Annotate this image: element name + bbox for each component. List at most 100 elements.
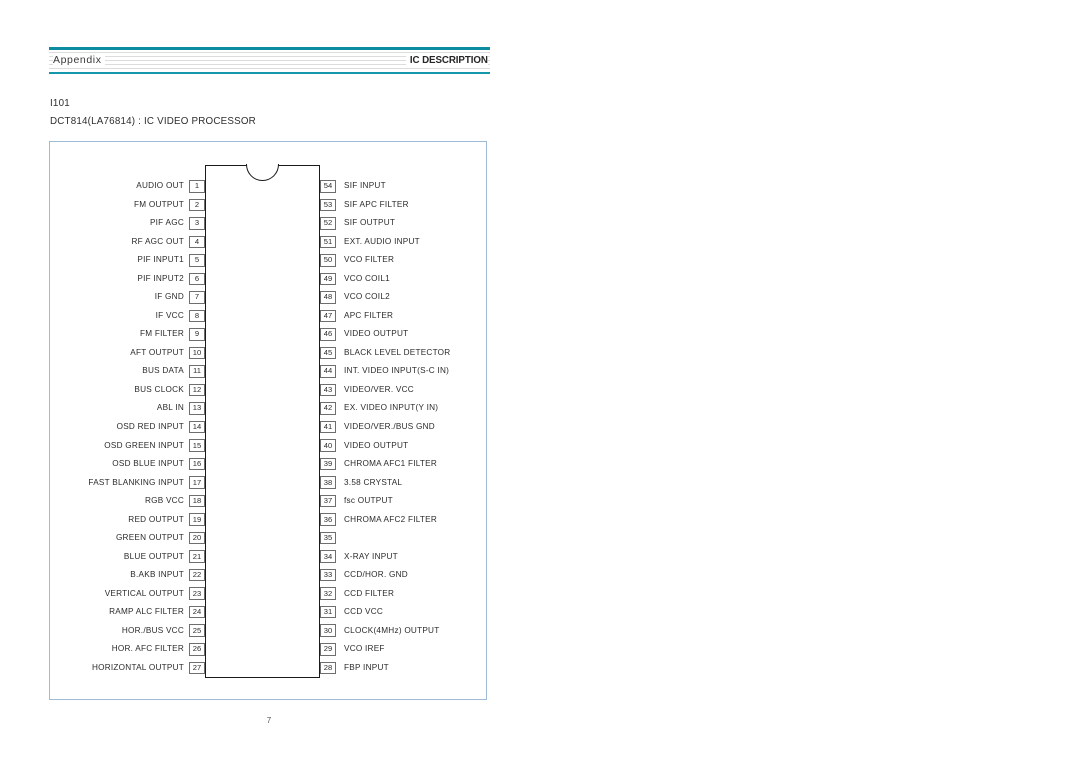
pin-number-25: 25 bbox=[189, 624, 205, 637]
pin-number-38: 38 bbox=[320, 476, 336, 489]
ic-body-top-left-edge bbox=[205, 165, 247, 167]
pin-row-47: 47 APC FILTER bbox=[320, 307, 487, 326]
pin-label-43: VIDEO/VER. VCC bbox=[344, 384, 414, 394]
pin-label-16: OSD BLUE INPUT bbox=[112, 459, 184, 469]
pin-row-39: 39 CHROMA AFC1 FILTER bbox=[320, 455, 487, 474]
pin-row-6: PIF INPUT2 6 bbox=[60, 270, 205, 289]
page-header: Appendix IC DESCRIPTION bbox=[49, 47, 490, 74]
component-reference: I101 bbox=[50, 98, 70, 109]
pin-label-33: CCD/HOR. GND bbox=[344, 570, 408, 580]
pin-row-8: IF VCC 8 bbox=[60, 307, 205, 326]
pin-number-5: 5 bbox=[189, 254, 205, 267]
pin-row-18: RGB VCC 18 bbox=[60, 492, 205, 511]
header-rule-bottom bbox=[49, 71, 490, 74]
pin-row-48: 48 VCO COIL2 bbox=[320, 288, 487, 307]
pin-row-12: BUS CLOCK 12 bbox=[60, 381, 205, 400]
pin-label-19: RED OUTPUT bbox=[128, 514, 184, 524]
pin-label-4: RF AGC OUT bbox=[131, 236, 184, 246]
pin-number-18: 18 bbox=[189, 494, 205, 508]
pin-label-30: CLOCK(4MHz) OUTPUT bbox=[344, 625, 440, 635]
pin-label-38: 3.58 CRYSTAL bbox=[344, 477, 403, 487]
pin-label-29: VCO IREF bbox=[344, 644, 385, 654]
pin-row-17: FAST BLANKING INPUT 17 bbox=[60, 473, 205, 492]
pin-number-4: 4 bbox=[189, 235, 205, 249]
pin-label-50: VCO FILTER bbox=[344, 255, 395, 265]
pin-number-17: 17 bbox=[189, 476, 205, 489]
pin-label-51: EXT. AUDIO INPUT bbox=[344, 236, 420, 246]
pin-label-52: SIF OUTPUT bbox=[344, 218, 396, 228]
pin-row-5: PIF INPUT1 5 bbox=[60, 251, 205, 270]
pin-row-25: HOR./BUS VCC 25 bbox=[60, 621, 205, 640]
pin-number-26: 26 bbox=[189, 643, 205, 656]
pin-number-35: 35 bbox=[320, 531, 336, 545]
pin-number-46: 46 bbox=[320, 328, 336, 341]
pin-number-49: 49 bbox=[320, 272, 336, 286]
pin-row-45: 45 BLACK LEVEL DETECTOR bbox=[320, 344, 487, 363]
pin-number-11: 11 bbox=[189, 365, 205, 378]
pin-label-48: VCO COIL2 bbox=[344, 292, 390, 302]
pin-number-19: 19 bbox=[189, 513, 205, 526]
pin-row-54: 54 SIF INPUT bbox=[320, 177, 487, 196]
pin-number-34: 34 bbox=[320, 550, 336, 563]
pin-number-53: 53 bbox=[320, 198, 336, 212]
header-section-label: Appendix bbox=[53, 53, 105, 67]
pin-number-21: 21 bbox=[189, 550, 205, 563]
pin-label-13: ABL IN bbox=[156, 403, 184, 413]
pin-row-2: FM OUTPUT 2 bbox=[60, 196, 205, 215]
pin-label-15: OSD GREEN INPUT bbox=[104, 440, 184, 450]
pin-label-31: CCD VCC bbox=[344, 607, 384, 617]
pin-number-2: 2 bbox=[189, 198, 205, 212]
pin-number-30: 30 bbox=[320, 624, 336, 637]
pin-label-23: VERTICAL OUTPUT bbox=[104, 588, 184, 598]
pin-label-2: FM OUTPUT bbox=[133, 199, 184, 209]
pin-label-40: VIDEO OUTPUT bbox=[344, 440, 409, 450]
pin-label-44: INT. VIDEO INPUT(S-C IN) bbox=[344, 366, 450, 376]
pin-label-8: IF VCC bbox=[155, 310, 184, 320]
pin-row-31: 31 CCD VCC bbox=[320, 603, 487, 622]
pin-row-13: ABL IN 13 bbox=[60, 399, 205, 418]
pin-label-24: RAMP ALC FILTER bbox=[109, 607, 184, 617]
pin-number-33: 33 bbox=[320, 568, 336, 582]
pin-number-1: 1 bbox=[189, 180, 205, 193]
pin-row-7: IF GND 7 bbox=[60, 288, 205, 307]
pin-row-35: 35 bbox=[320, 529, 487, 548]
pin-row-15: OSD GREEN INPUT 15 bbox=[60, 436, 205, 455]
pin-row-4: RF AGC OUT 4 bbox=[60, 233, 205, 252]
pin-number-32: 32 bbox=[320, 587, 336, 600]
pin-label-20: GREEN OUTPUT bbox=[115, 533, 184, 543]
pin-number-42: 42 bbox=[320, 402, 336, 415]
pin-row-10: AFT OUTPUT 10 bbox=[60, 344, 205, 363]
pin-number-20: 20 bbox=[189, 531, 205, 545]
ic-body-top-right-edge bbox=[278, 165, 320, 167]
pin-label-21: BLUE OUTPUT bbox=[123, 551, 184, 561]
pin-number-7: 7 bbox=[189, 291, 205, 304]
pin-number-22: 22 bbox=[189, 568, 205, 582]
pin-row-50: 50 VCO FILTER bbox=[320, 251, 487, 270]
pin-row-33: 33 CCD/HOR. GND bbox=[320, 566, 487, 585]
pin-number-31: 31 bbox=[320, 605, 336, 619]
pin-number-15: 15 bbox=[189, 439, 205, 452]
pin-label-45: BLACK LEVEL DETECTOR bbox=[344, 347, 451, 357]
pin-label-11: BUS DATA bbox=[142, 366, 184, 376]
pin-label-39: CHROMA AFC1 FILTER bbox=[344, 459, 438, 469]
pin-label-10: AFT OUTPUT bbox=[130, 347, 184, 357]
ic-package-body bbox=[205, 165, 320, 678]
pin-row-9: FM FILTER 9 bbox=[60, 325, 205, 344]
page-number: 7 bbox=[266, 716, 272, 725]
pin-row-3: PIF AGC 3 bbox=[60, 214, 205, 233]
pin-label-14: OSD RED INPUT bbox=[116, 422, 184, 431]
pin-row-19: RED OUTPUT 19 bbox=[60, 510, 205, 529]
pin-label-42: EX. VIDEO INPUT(Y IN) bbox=[344, 403, 439, 413]
pin-row-38: 38 3.58 CRYSTAL bbox=[320, 473, 487, 492]
pin-row-20: GREEN OUTPUT 20 bbox=[60, 529, 205, 548]
pin-row-37: 37 fsc OUTPUT bbox=[320, 492, 487, 511]
pin-row-41: 41 VIDEO/VER./BUS GND bbox=[320, 418, 487, 437]
pin-label-3: PIF AGC bbox=[149, 218, 184, 228]
pin-row-36: 36 CHROMA AFC2 FILTER bbox=[320, 510, 487, 529]
pin-number-6: 6 bbox=[189, 272, 205, 286]
pin-number-44: 44 bbox=[320, 365, 336, 378]
pin-row-32: 32 CCD FILTER bbox=[320, 584, 487, 603]
pin-label-36: CHROMA AFC2 FILTER bbox=[344, 514, 438, 524]
pin-label-54: SIF INPUT bbox=[344, 181, 386, 191]
pin-label-1: AUDIO OUT bbox=[136, 181, 184, 191]
